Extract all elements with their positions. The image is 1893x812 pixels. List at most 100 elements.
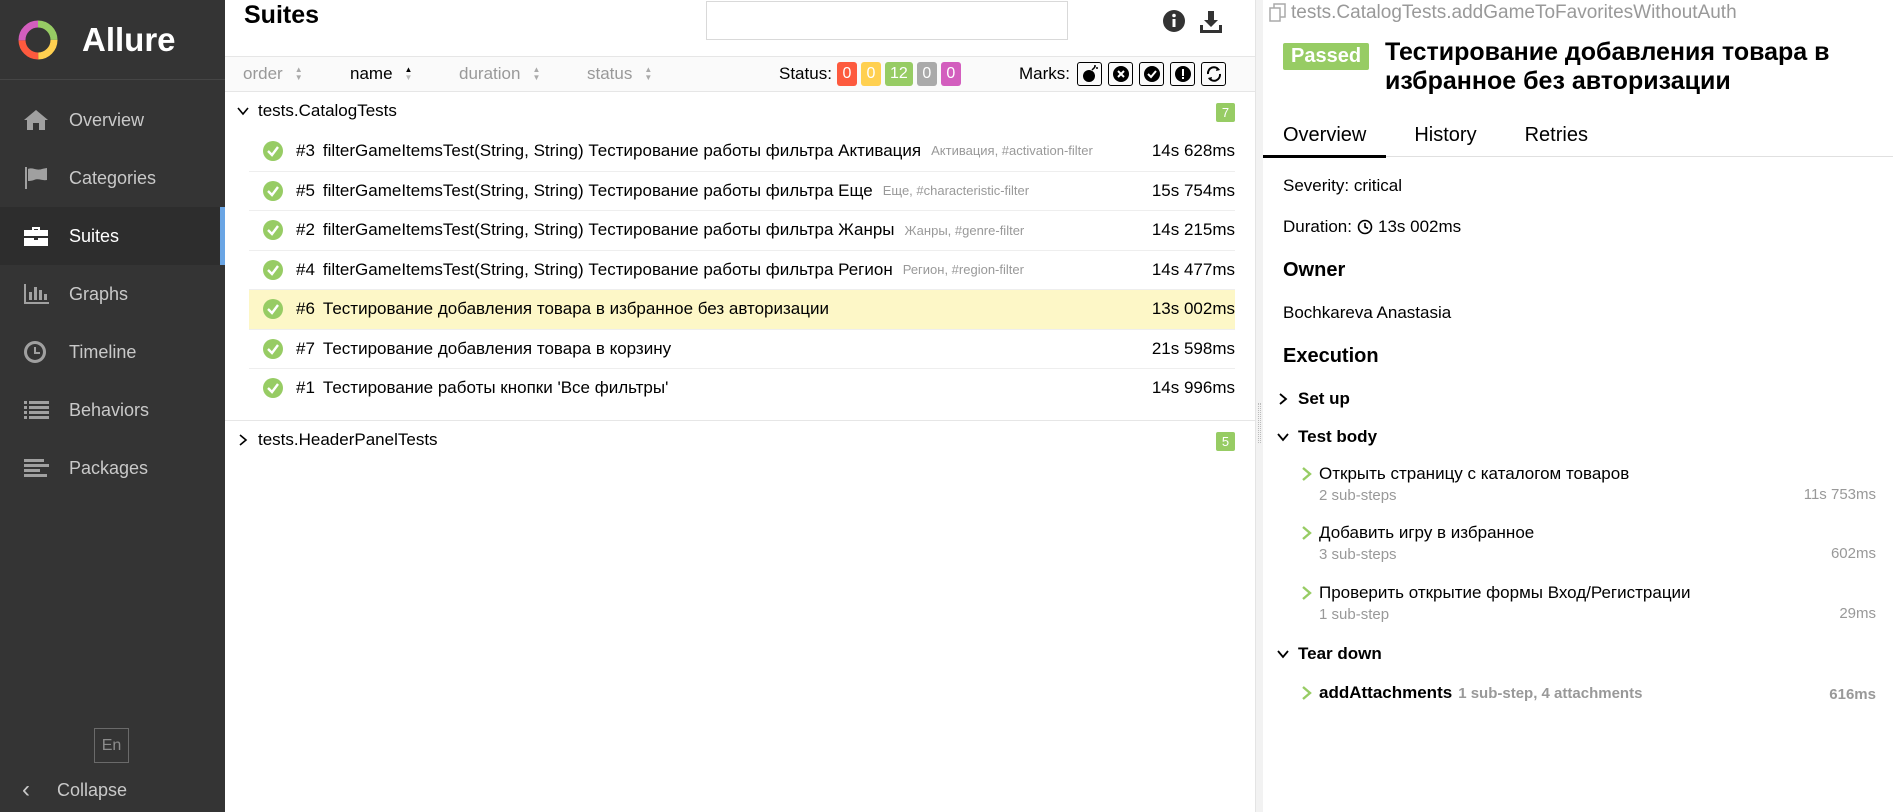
download-icon[interactable] [1198, 9, 1224, 35]
test-tags: Жанры, #genre-filter [904, 222, 1025, 238]
detail-tabs: Overview History Retries [1263, 113, 1893, 158]
status-broken-toggle[interactable]: 0 [861, 62, 881, 86]
suite-name: tests.CatalogTests [258, 101, 397, 120]
mark-flaky-toggle[interactable] [1077, 62, 1102, 86]
test-full-name[interactable]: tests.CatalogTests.addGameToFavoritesWit… [1269, 2, 1737, 24]
step-item[interactable]: Добавить игру в избранное 3 sub-steps 602m… [1301, 523, 1876, 563]
execution-heading: Execution [1283, 345, 1379, 367]
status-badge: Passed [1283, 43, 1370, 70]
test-detail-pane: tests.CatalogTests.addGameToFavoritesWit… [1263, 0, 1893, 812]
collapse-button[interactable]: ‹ Collapse [22, 775, 127, 805]
sort-label: name [350, 64, 393, 83]
page-title: Suites [244, 1, 320, 29]
sidebar: Allure Overview Categories Suites Graphs… [0, 0, 225, 812]
owner-name: Bochkareva Anastasia [1283, 303, 1452, 322]
step-meta: 1 sub-step, 4 attachments [1458, 684, 1643, 702]
status-passed-toggle[interactable]: 12 [885, 62, 913, 86]
setup-toggle[interactable]: Set up [1277, 389, 1350, 409]
allure-logo-icon [18, 20, 58, 59]
status-skipped-toggle[interactable]: 0 [916, 62, 937, 86]
drag-handle-icon [1258, 403, 1261, 443]
mark-retries-toggle[interactable] [1201, 62, 1226, 86]
test-row[interactable]: #5 filterGameItemsTest(String, String) Те… [249, 170, 1235, 211]
test-number: #1 [296, 378, 315, 398]
sort-arrows-icon: ▲ ▼ [532, 65, 541, 82]
app-name: Allure [82, 20, 176, 58]
tab-retries[interactable]: Retries [1505, 113, 1608, 157]
status-label: Status: [779, 64, 832, 83]
sort-arrows-icon: ▲ ▼ [644, 65, 653, 82]
teardown-toggle[interactable]: Tear down [1277, 644, 1382, 664]
sort-order[interactable]: order ▲ ▼ [243, 57, 303, 91]
test-name: filterGameItemsTest(String, String) Тест… [322, 140, 922, 160]
sidebar-item-timeline[interactable]: Timeline [0, 323, 225, 381]
tab-history[interactable]: History [1394, 113, 1496, 157]
sort-duration[interactable]: duration ▲ ▼ [459, 57, 540, 91]
info-icon[interactable] [1162, 9, 1186, 33]
suite-count-badge: 5 [1216, 432, 1235, 451]
step-title: Добавить игру в избранное [1301, 523, 1876, 543]
test-number: #5 [296, 180, 315, 200]
refresh-icon [1206, 66, 1221, 82]
step-duration: 29ms [1839, 605, 1876, 622]
suite-group-header[interactable]: tests.HeaderPanelTests 5 [225, 421, 1255, 459]
sidebar-item-suites[interactable]: Suites [0, 207, 225, 265]
copy-icon[interactable] [1269, 3, 1287, 23]
test-row[interactable]: #4 filterGameItemsTest(String, String) Те… [249, 249, 1235, 290]
pane-splitter[interactable] [1255, 0, 1263, 812]
mark-new-failed-toggle[interactable] [1108, 62, 1133, 86]
status-unknown-toggle[interactable]: 0 [940, 62, 961, 86]
test-tags: Активация, #activation-filter [931, 143, 1093, 159]
duration-value: 13s 002ms [1377, 217, 1462, 236]
sidebar-item-packages[interactable]: Packages [0, 439, 225, 497]
sort-label: order [243, 64, 283, 83]
setup-label: Set up [1298, 389, 1350, 408]
owner-heading: Owner [1283, 259, 1346, 281]
test-name: filterGameItemsTest(String, String) Тест… [322, 180, 873, 200]
passed-check-icon [263, 180, 283, 201]
test-row[interactable]: #1 Тестирование работы кнопки 'Все фильтр… [249, 368, 1235, 408]
test-name: filterGameItemsTest(String, String) Тест… [322, 220, 895, 240]
test-number: #6 [296, 299, 315, 319]
test-row[interactable]: #3 filterGameItemsTest(String, String) Те… [249, 131, 1235, 171]
test-number: #3 [296, 140, 315, 160]
step-title: addAttachments 1 sub-step, 4 attachments [1301, 683, 1876, 703]
brand[interactable]: Allure [0, 0, 225, 80]
test-duration: 14s 996ms [1151, 378, 1235, 398]
sidebar-item-graphs[interactable]: Graphs [0, 265, 225, 323]
search-input[interactable] [706, 1, 1068, 40]
status-failed-toggle[interactable]: 0 [837, 62, 857, 86]
sort-status[interactable]: status ▲ ▼ [587, 57, 652, 91]
status-filter: 0 0 12 0 0 [837, 62, 961, 86]
step-item[interactable]: Проверить открытие формы Вход/Регистраци… [1301, 583, 1876, 623]
tab-overview[interactable]: Overview [1263, 113, 1387, 158]
sidebar-item-label: Timeline [69, 341, 137, 362]
passed-check-icon [263, 220, 283, 241]
sort-arrows-icon: ▲ ▼ [404, 65, 413, 82]
home-icon [22, 108, 54, 132]
chevron-right-icon [1302, 586, 1312, 600]
step-item[interactable]: Открыть страницу с каталогом товаров 2 su… [1301, 464, 1876, 504]
test-duration: 14s 477ms [1151, 259, 1235, 279]
suite-group-header[interactable]: tests.CatalogTests 7 [225, 92, 1255, 130]
mark-new-passed-toggle[interactable] [1139, 62, 1164, 86]
step-meta: 2 sub-steps [1319, 487, 1397, 504]
step-name: addAttachments [1319, 683, 1453, 702]
sidebar-item-overview[interactable]: Overview [0, 91, 225, 149]
test-name: Тестирование работы кнопки 'Все фильтры' [322, 378, 669, 398]
test-duration: 15s 754ms [1151, 180, 1235, 200]
chevron-right-icon [1302, 686, 1312, 700]
test-row[interactable]: #2 filterGameItemsTest(String, String) Те… [249, 210, 1235, 250]
mark-new-broken-toggle[interactable] [1170, 62, 1195, 86]
step-item[interactable]: addAttachments 1 sub-step, 4 attachments… [1301, 683, 1876, 703]
sidebar-item-categories[interactable]: Categories [0, 149, 225, 207]
language-button[interactable]: En [94, 728, 129, 763]
test-body-toggle[interactable]: Test body [1277, 427, 1377, 447]
chevron-right-icon [1302, 467, 1312, 481]
test-row[interactable]: #6 Тестирование добавления товара в избра… [249, 289, 1235, 329]
sidebar-item-behaviors[interactable]: Behaviors [0, 381, 225, 439]
sort-name[interactable]: name ▲ ▼ [350, 57, 412, 91]
test-row[interactable]: #7 Тестирование добавления товара в корзи… [249, 328, 1235, 369]
test-list: #3 filterGameItemsTest(String, String) Те… [225, 131, 1255, 408]
flag-icon [22, 166, 54, 190]
